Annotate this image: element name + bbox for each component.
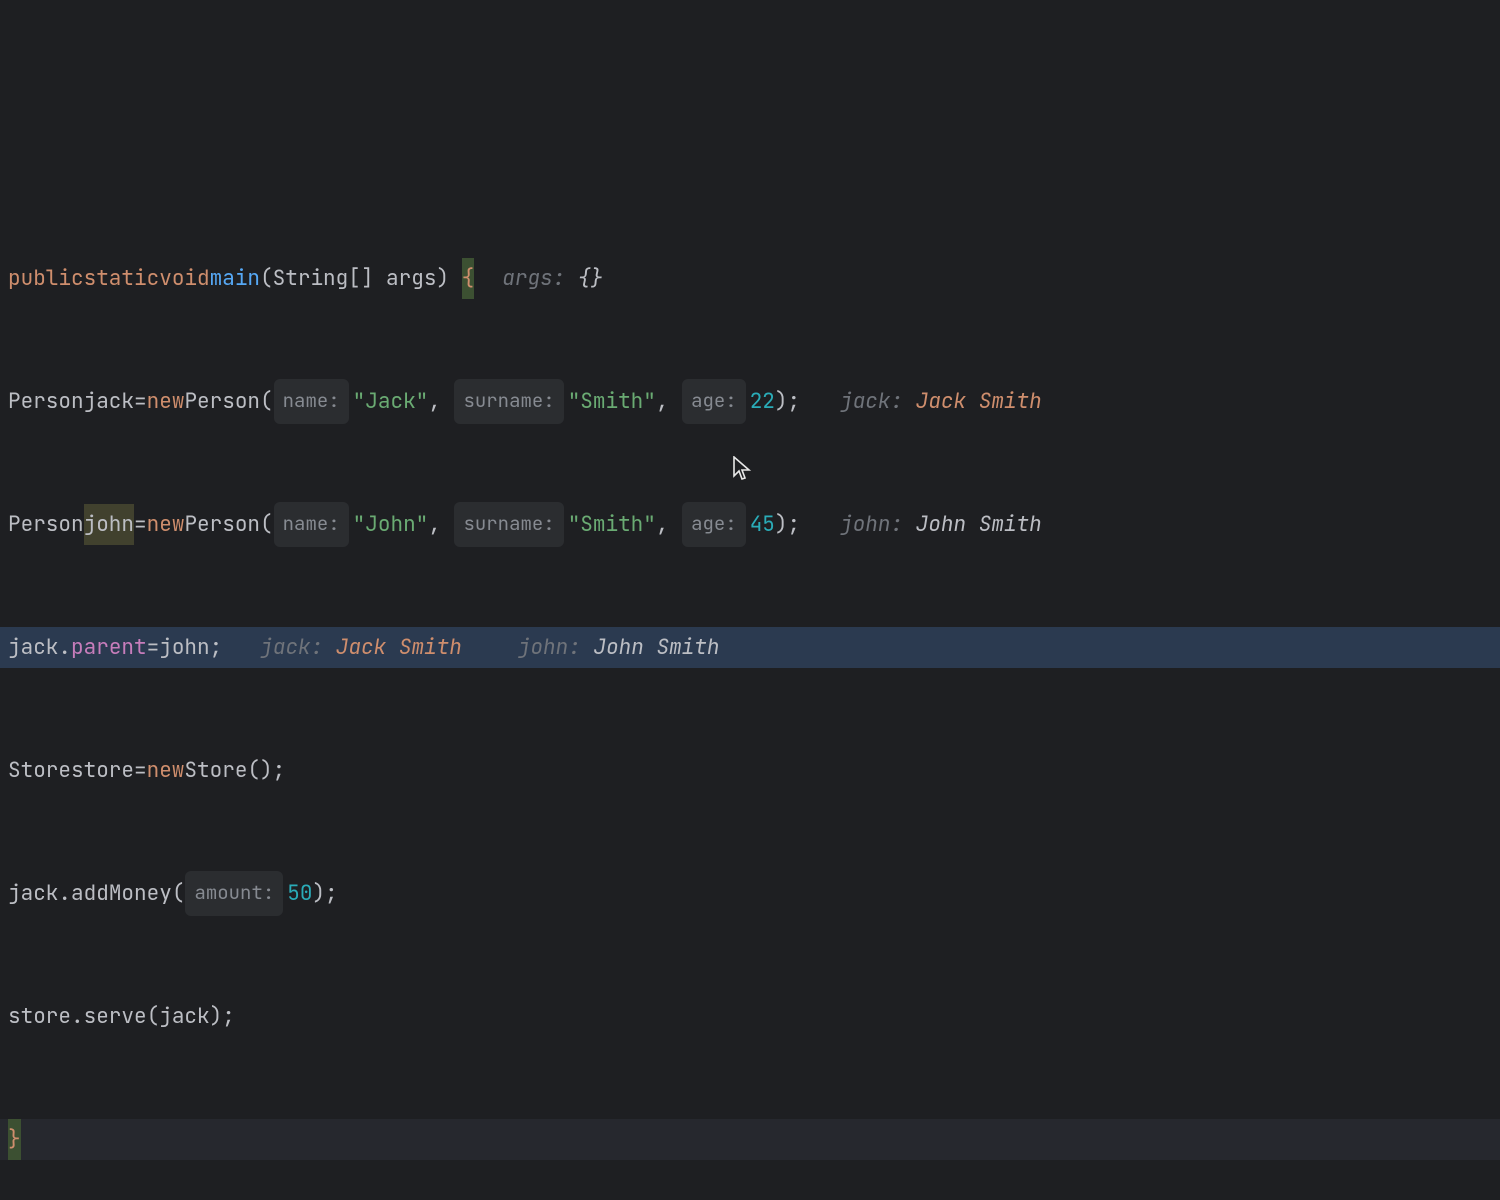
number-literal: 45 bbox=[750, 504, 775, 545]
param-hint-surname: surname: bbox=[454, 379, 563, 424]
keyword-new: new bbox=[147, 504, 185, 545]
method-call: serve bbox=[84, 996, 147, 1037]
ctor-name: Store bbox=[184, 750, 247, 791]
var-name: jack bbox=[84, 381, 134, 422]
string-literal: "Smith" bbox=[568, 381, 656, 422]
var-ref: jack bbox=[8, 627, 58, 668]
brace-open: { bbox=[462, 258, 475, 299]
keyword-new: new bbox=[147, 381, 185, 422]
code-line[interactable]: Person jack = new Person(name:"Jack", su… bbox=[0, 381, 1500, 422]
method-name: main bbox=[210, 258, 260, 299]
var-name: john bbox=[84, 504, 134, 545]
param-hint-age: age: bbox=[682, 379, 746, 424]
inlay-args: args: {} bbox=[502, 258, 603, 299]
type-ref: Person bbox=[8, 381, 84, 422]
paren: ) bbox=[436, 258, 461, 299]
number-literal: 50 bbox=[287, 873, 312, 914]
type-ref: Store bbox=[8, 750, 71, 791]
code-line[interactable]: jack.addMoney(amount:50); bbox=[0, 873, 1500, 914]
inlay-jack: jack: Jack Smith bbox=[260, 627, 462, 668]
code-line[interactable]: store.serve(jack); bbox=[0, 996, 1500, 1037]
var-ref: john bbox=[159, 627, 209, 668]
string-literal: "Jack" bbox=[353, 381, 429, 422]
var-ref: jack bbox=[8, 873, 58, 914]
number-literal: 22 bbox=[750, 381, 775, 422]
op-eq: = bbox=[134, 381, 147, 422]
var-name: store bbox=[71, 750, 134, 791]
ctor-name: Person bbox=[184, 504, 260, 545]
inlay-john: john: John Smith bbox=[840, 504, 1042, 545]
param-decl: String[] args bbox=[273, 258, 437, 299]
code-line[interactable]: Person john = new Person(name:"John", su… bbox=[0, 504, 1500, 545]
type-ref: Person bbox=[8, 504, 84, 545]
string-literal: "Smith" bbox=[568, 504, 656, 545]
param-hint-name: name: bbox=[274, 379, 349, 424]
param-hint-age: age: bbox=[682, 502, 746, 547]
keyword-public: public bbox=[8, 258, 84, 299]
keyword-static: static bbox=[84, 258, 160, 299]
param-hint-surname: surname: bbox=[454, 502, 563, 547]
param-hint-amount: amount: bbox=[185, 871, 283, 916]
method-call: addMoney bbox=[71, 873, 172, 914]
arg: jack bbox=[159, 996, 209, 1037]
string-literal: "John" bbox=[353, 504, 429, 545]
code-line[interactable]: public static void main(String[] args) {… bbox=[0, 258, 1500, 299]
brace-close: } bbox=[8, 1119, 21, 1160]
keyword-void: void bbox=[159, 258, 209, 299]
param-hint-name: name: bbox=[274, 502, 349, 547]
keyword-new: new bbox=[147, 750, 185, 791]
field-ref: parent bbox=[71, 627, 147, 668]
code-editor[interactable]: public static void main(String[] args) {… bbox=[0, 164, 1500, 1200]
code-line[interactable]: Store store = new Store(); bbox=[0, 750, 1500, 791]
paren: ( bbox=[260, 258, 273, 299]
inlay-john: john: John Smith bbox=[518, 627, 720, 668]
code-line[interactable]: } bbox=[0, 1119, 1500, 1160]
ctor-name: Person bbox=[184, 381, 260, 422]
inlay-jack: jack: Jack Smith bbox=[840, 381, 1042, 422]
var-ref: store bbox=[8, 996, 71, 1037]
code-line-current[interactable]: jack.parent = john;jack: Jack Smithjohn:… bbox=[0, 627, 1500, 668]
